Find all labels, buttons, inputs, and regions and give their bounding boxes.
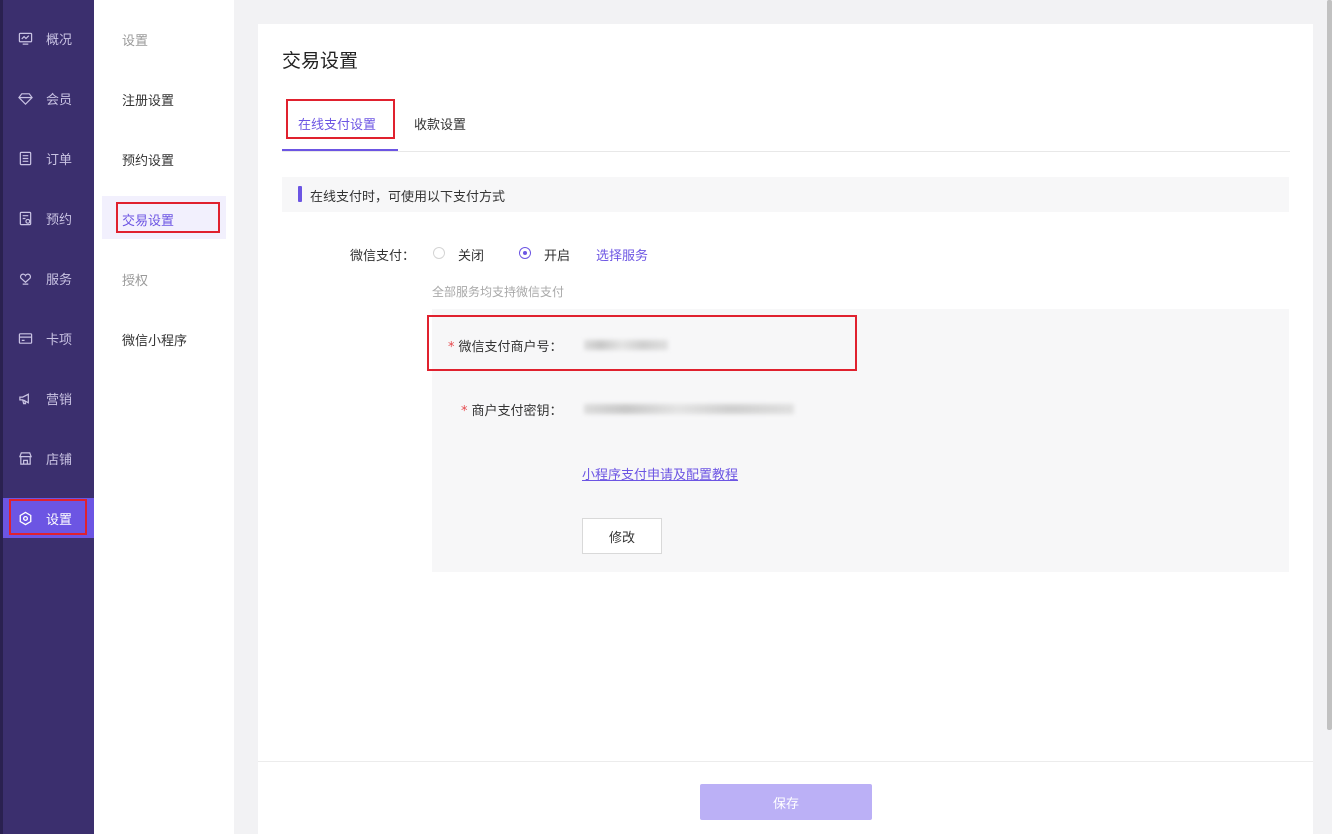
sidebar-item-label: 概况: [46, 32, 73, 48]
sidebar-item-label: 预约: [46, 212, 73, 228]
card-icon: [17, 330, 33, 346]
main-card: 交易设置 在线支付设置 收款设置 在线支付时，可使用以下支付方式 微信支付： 关…: [258, 24, 1313, 834]
required-mark: *: [461, 404, 468, 419]
monitor-icon: [17, 30, 33, 46]
footer-divider: [258, 761, 1313, 762]
sidebar-item-cards[interactable]: 卡项: [3, 318, 94, 358]
radio-off[interactable]: [433, 247, 445, 259]
submenu-heading: 设置: [122, 34, 149, 49]
diamond-icon: [17, 90, 33, 106]
tab-online-payment[interactable]: 在线支付设置: [298, 114, 376, 133]
page-scrollbar[interactable]: [1327, 0, 1332, 730]
select-service-link[interactable]: 选择服务: [596, 245, 648, 264]
notice-accent: [298, 186, 302, 202]
sidebar-item-overview[interactable]: 概况: [3, 18, 94, 58]
main-sidebar: 概况 会员 订单 预约 服务 卡项 营销 店铺 设置: [0, 0, 94, 834]
sidebar-item-label: 会员: [46, 92, 73, 108]
wechat-pay-label: 微信支付：: [350, 249, 416, 264]
highlight-box: [9, 499, 87, 535]
merchant-key-label-text: 商户支付密钥：: [471, 404, 563, 419]
submenu-item-register[interactable]: 注册设置: [122, 90, 174, 109]
megaphone-icon: [17, 390, 33, 406]
merchant-id-label-text: 微信支付商户号：: [458, 340, 563, 355]
sidebar-item-label: 营销: [46, 392, 73, 408]
merchant-id-label: * 微信支付商户号：: [448, 336, 563, 355]
wechat-pay-hint: 全部服务均支持微信支付: [432, 285, 565, 299]
tabs-divider: [282, 151, 1290, 152]
sidebar-item-label: 服务: [46, 272, 73, 288]
sidebar-item-label: 店铺: [46, 452, 73, 468]
radio-on[interactable]: [519, 247, 531, 259]
submenu-item-transaction[interactable]: 交易设置: [122, 210, 174, 229]
sidebar-item-members[interactable]: 会员: [3, 78, 94, 118]
submenu-item-miniprogram[interactable]: 微信小程序: [122, 330, 187, 349]
submenu-item-authorization[interactable]: 授权: [122, 270, 148, 289]
page-title: 交易设置: [282, 50, 359, 72]
tab-active-indicator: [282, 149, 398, 151]
tutorial-link[interactable]: 小程序支付申请及配置教程: [582, 464, 738, 483]
radio-on-label[interactable]: 开启: [544, 245, 570, 264]
sidebar-item-label: 卡项: [46, 332, 73, 348]
settings-submenu: 设置 注册设置 预约设置 交易设置 授权 微信小程序: [94, 0, 234, 834]
sidebar-item-orders[interactable]: 订单: [3, 138, 94, 178]
store-icon: [17, 450, 33, 466]
calendar-icon: [17, 210, 33, 226]
merchant-key-value-blurred: [584, 404, 794, 414]
submenu-item-booking[interactable]: 预约设置: [122, 150, 174, 169]
notice-text: 在线支付时，可使用以下支付方式: [310, 190, 506, 205]
sidebar-item-services[interactable]: 服务: [3, 258, 94, 298]
sidebar-item-label: 订单: [46, 152, 73, 168]
list-icon: [17, 150, 33, 166]
radio-off-label[interactable]: 关闭: [458, 245, 484, 264]
sidebar-item-settings[interactable]: 设置: [3, 498, 94, 538]
save-button[interactable]: 保存: [700, 784, 872, 820]
merchant-id-value-blurred: [584, 340, 668, 350]
sidebar-item-booking[interactable]: 预约: [3, 198, 94, 238]
notice-bar: 在线支付时，可使用以下支付方式: [282, 177, 1289, 212]
tab-collection[interactable]: 收款设置: [414, 114, 466, 133]
sidebar-item-marketing[interactable]: 营销: [3, 378, 94, 418]
heart-hand-icon: [17, 270, 33, 286]
merchant-key-label: * 商户支付密钥：: [461, 400, 563, 419]
required-mark: *: [448, 340, 455, 355]
sidebar-item-store[interactable]: 店铺: [3, 438, 94, 478]
edit-button[interactable]: 修改: [582, 518, 662, 554]
